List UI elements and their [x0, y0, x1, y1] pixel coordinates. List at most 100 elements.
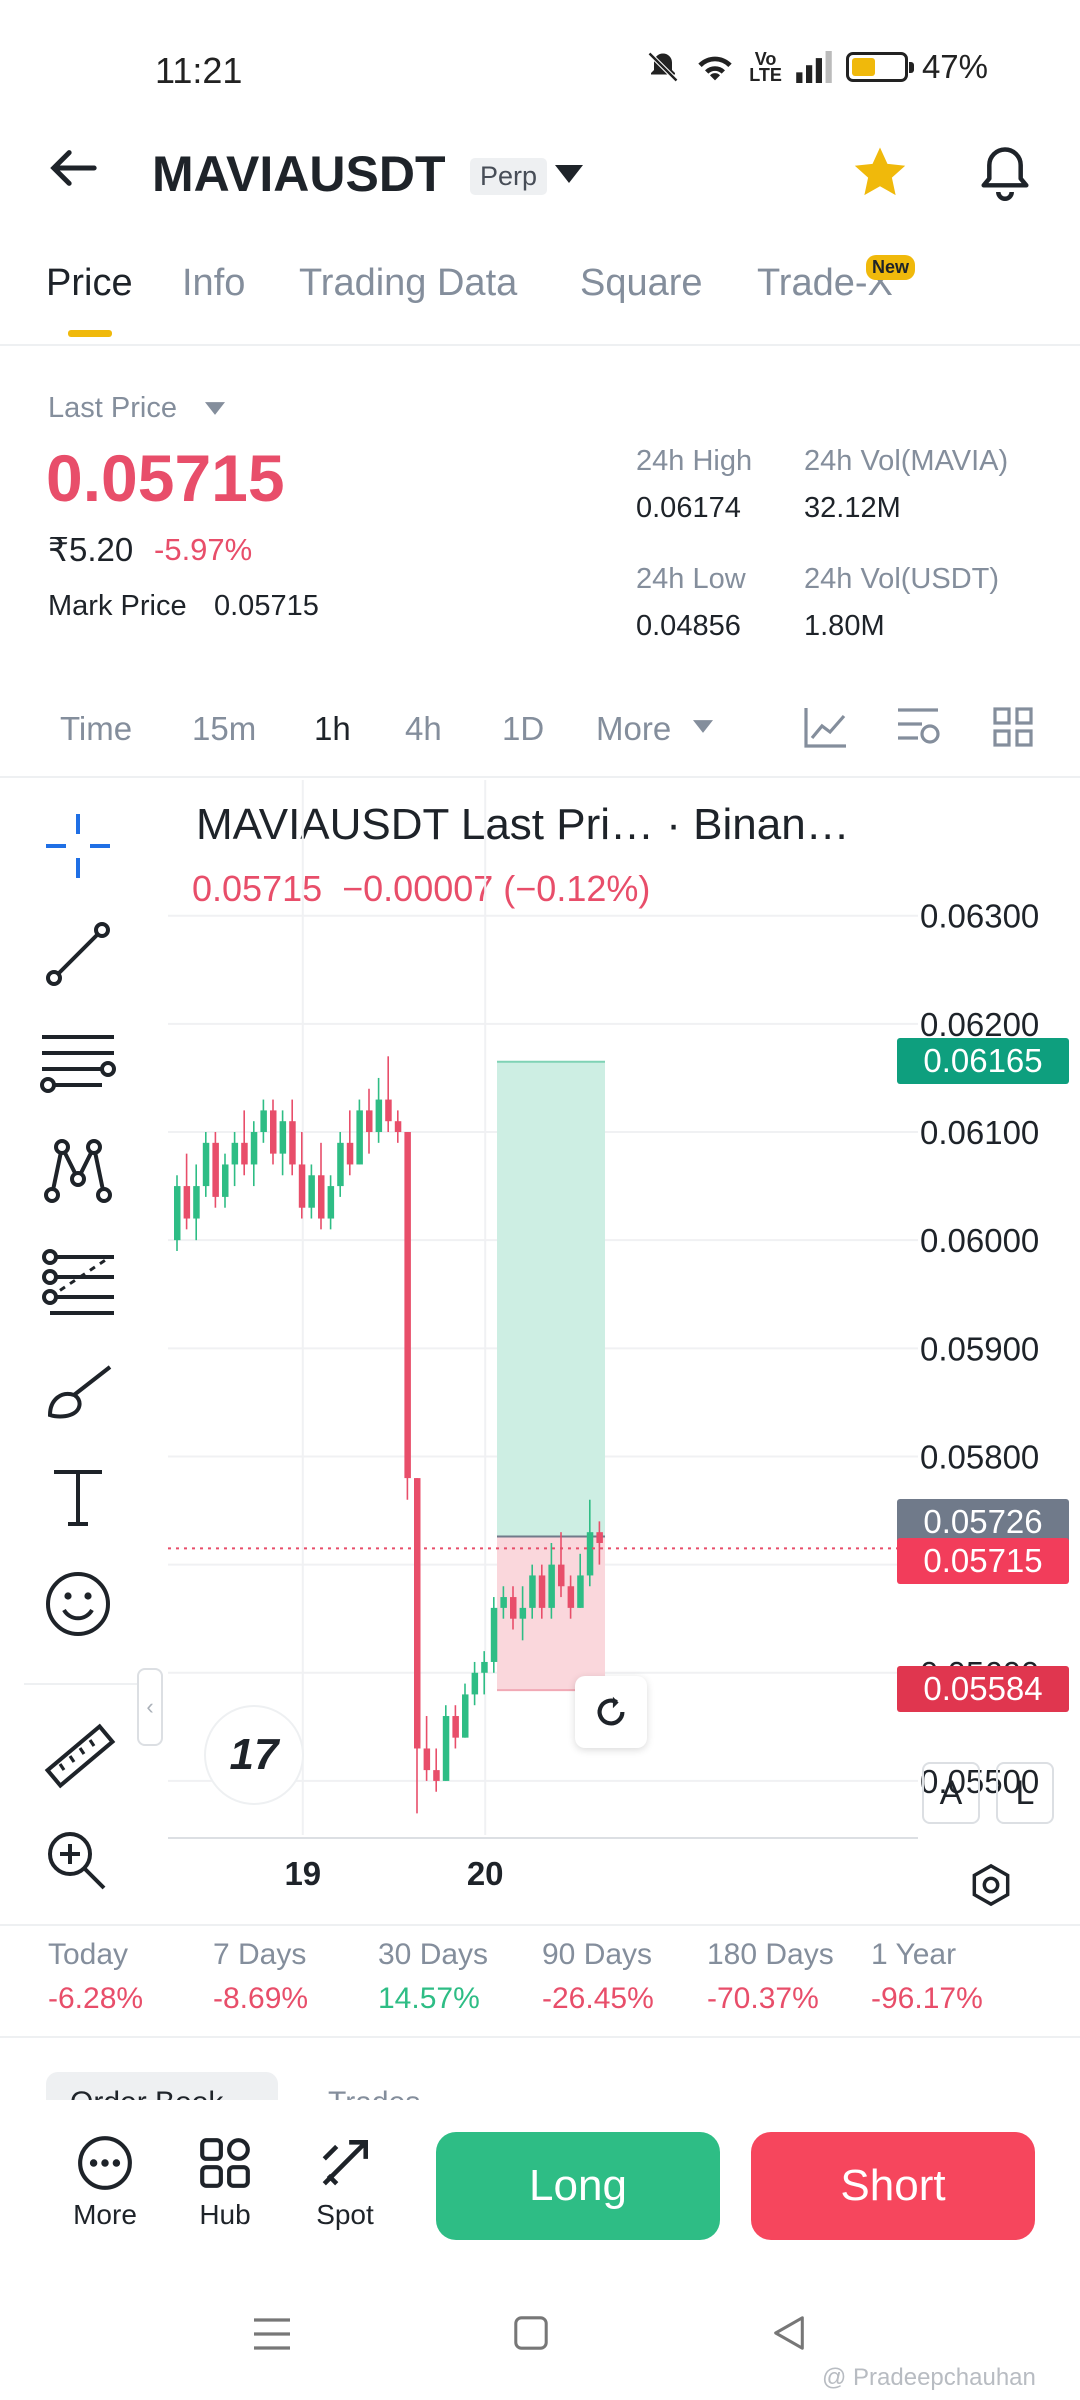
chart-settings-gear-icon[interactable] — [968, 1862, 1014, 1908]
candle-body — [558, 1564, 565, 1587]
y-axis-tick-label: 0.06000 — [920, 1222, 1039, 1259]
candle-body — [202, 1142, 210, 1187]
interval-time[interactable]: Time — [60, 710, 132, 748]
last-price-label[interactable]: Last Price — [48, 392, 177, 425]
candle-body — [289, 1121, 296, 1165]
reset-icon — [597, 1696, 625, 1726]
system-home-icon[interactable] — [512, 2314, 550, 2352]
auto-scale-button[interactable]: A — [922, 1762, 980, 1824]
candle-body — [260, 1110, 267, 1133]
candle-body — [308, 1175, 315, 1208]
interval-more-caret-icon[interactable] — [693, 720, 713, 733]
grid-layout-icon[interactable] — [993, 707, 1033, 747]
hub-label: Hub — [199, 2199, 251, 2230]
perf-value-30d: 14.57% — [378, 1982, 480, 2015]
interval-1d[interactable]: 1D — [502, 710, 544, 748]
candle-body — [452, 1716, 459, 1738]
battery-icon — [845, 52, 914, 82]
watermark: @ Pradeepchauhan — [822, 2364, 1036, 2391]
intervals-divider — [0, 776, 1080, 778]
symbol-title[interactable]: MAVIAUSDT — [152, 145, 446, 203]
notification-bell-icon[interactable] — [978, 145, 1032, 201]
interval-1h[interactable]: 1h — [314, 710, 351, 748]
perf-value-1y: -96.17% — [871, 1982, 983, 2015]
zoom-in-icon[interactable] — [44, 1828, 108, 1892]
spot-label: Spot — [316, 2199, 374, 2230]
candle-body — [567, 1586, 575, 1608]
candle-body — [596, 1532, 603, 1543]
interval-more[interactable]: More — [596, 710, 671, 748]
tab-square[interactable]: Square — [580, 262, 703, 305]
candle-body — [586, 1532, 594, 1576]
more-button[interactable]: More — [60, 2134, 150, 2231]
hub-button[interactable]: Hub — [180, 2134, 270, 2231]
tab-info[interactable]: Info — [182, 262, 245, 305]
tab-price[interactable]: Price — [46, 262, 133, 305]
wifi-icon — [698, 56, 732, 81]
last-price-value: 0.05715 — [46, 441, 285, 515]
favorite-star-icon[interactable] — [852, 145, 908, 199]
candle-body — [548, 1564, 555, 1608]
long-button[interactable]: Long — [436, 2132, 720, 2240]
candle-body — [404, 1132, 411, 1479]
horizontal-lines-tool-icon[interactable] — [38, 1025, 118, 1097]
vol-base-value: 32.12M — [804, 492, 901, 524]
chart-settings-icon[interactable] — [896, 706, 942, 748]
last-price-caret-icon[interactable] — [205, 402, 225, 415]
system-menu-icon[interactable] — [252, 2316, 292, 2352]
candle-body — [414, 1478, 421, 1749]
candle-body — [183, 1186, 191, 1219]
pattern-tool-icon[interactable] — [42, 1135, 114, 1207]
perf-value-7d: -8.69% — [213, 1982, 309, 2015]
fibonacci-tool-icon[interactable] — [38, 1245, 118, 1317]
candle-body — [481, 1661, 488, 1673]
candle-body — [212, 1142, 219, 1197]
more-dots-icon — [78, 2136, 132, 2190]
perf-divider — [0, 2036, 1080, 2038]
candle-body — [337, 1142, 344, 1187]
y-axis-tick-label: 0.05800 — [920, 1438, 1039, 1475]
brush-tool-icon[interactable] — [42, 1355, 118, 1427]
tab-trading-data[interactable]: Trading Data — [299, 262, 517, 305]
candle-body — [538, 1575, 546, 1608]
high-24h-value: 0.06174 — [636, 492, 741, 524]
volte-icon: Vo LTE — [749, 49, 782, 85]
candle-body — [356, 1110, 363, 1165]
ruler-tool-icon[interactable] — [40, 1718, 116, 1794]
toolbar-collapse-handle[interactable]: ‹ — [137, 1668, 163, 1746]
perf-label-1y: 1 Year — [871, 1938, 957, 1971]
tabs-divider — [0, 344, 1080, 346]
interval-15m[interactable]: 15m — [192, 710, 256, 748]
candle-body — [222, 1164, 229, 1197]
caret-down-icon[interactable] — [555, 165, 583, 183]
log-scale-button[interactable]: L — [996, 1762, 1054, 1824]
system-back-icon[interactable] — [770, 2314, 808, 2352]
candle-body — [433, 1770, 440, 1781]
candle-body — [318, 1175, 325, 1219]
candle-body — [510, 1597, 517, 1619]
trend-line-tool-icon[interactable] — [42, 918, 114, 990]
text-tool-icon[interactable] — [42, 1460, 114, 1532]
candle-body — [241, 1142, 248, 1165]
short-button[interactable]: Short — [751, 2132, 1035, 2240]
inr-price: ₹5.20 — [48, 531, 134, 568]
more-label: More — [73, 2199, 137, 2230]
candle-body — [500, 1597, 507, 1608]
stop-price-tag: 0.05584 — [897, 1666, 1069, 1713]
emoji-tool-icon[interactable] — [42, 1568, 114, 1640]
high-24h-label: 24h High — [636, 445, 753, 477]
candle-body — [471, 1672, 479, 1695]
active-tab-indicator — [68, 330, 112, 337]
candle-body — [366, 1110, 373, 1133]
reset-chart-button[interactable] — [575, 1676, 647, 1748]
last-price-tag: 0.05715 — [897, 1538, 1069, 1585]
candle-body — [385, 1099, 392, 1122]
indicator-chart-icon[interactable] — [804, 706, 848, 748]
interval-4h[interactable]: 4h — [405, 710, 442, 748]
crosshair-tool-icon[interactable] — [42, 810, 114, 882]
candle-body — [442, 1716, 450, 1781]
low-24h-value: 0.04856 — [636, 610, 741, 642]
target-price-tag: 0.06165 — [897, 1037, 1069, 1084]
spot-button[interactable]: Spot — [300, 2134, 390, 2231]
back-arrow-icon[interactable] — [48, 148, 98, 188]
